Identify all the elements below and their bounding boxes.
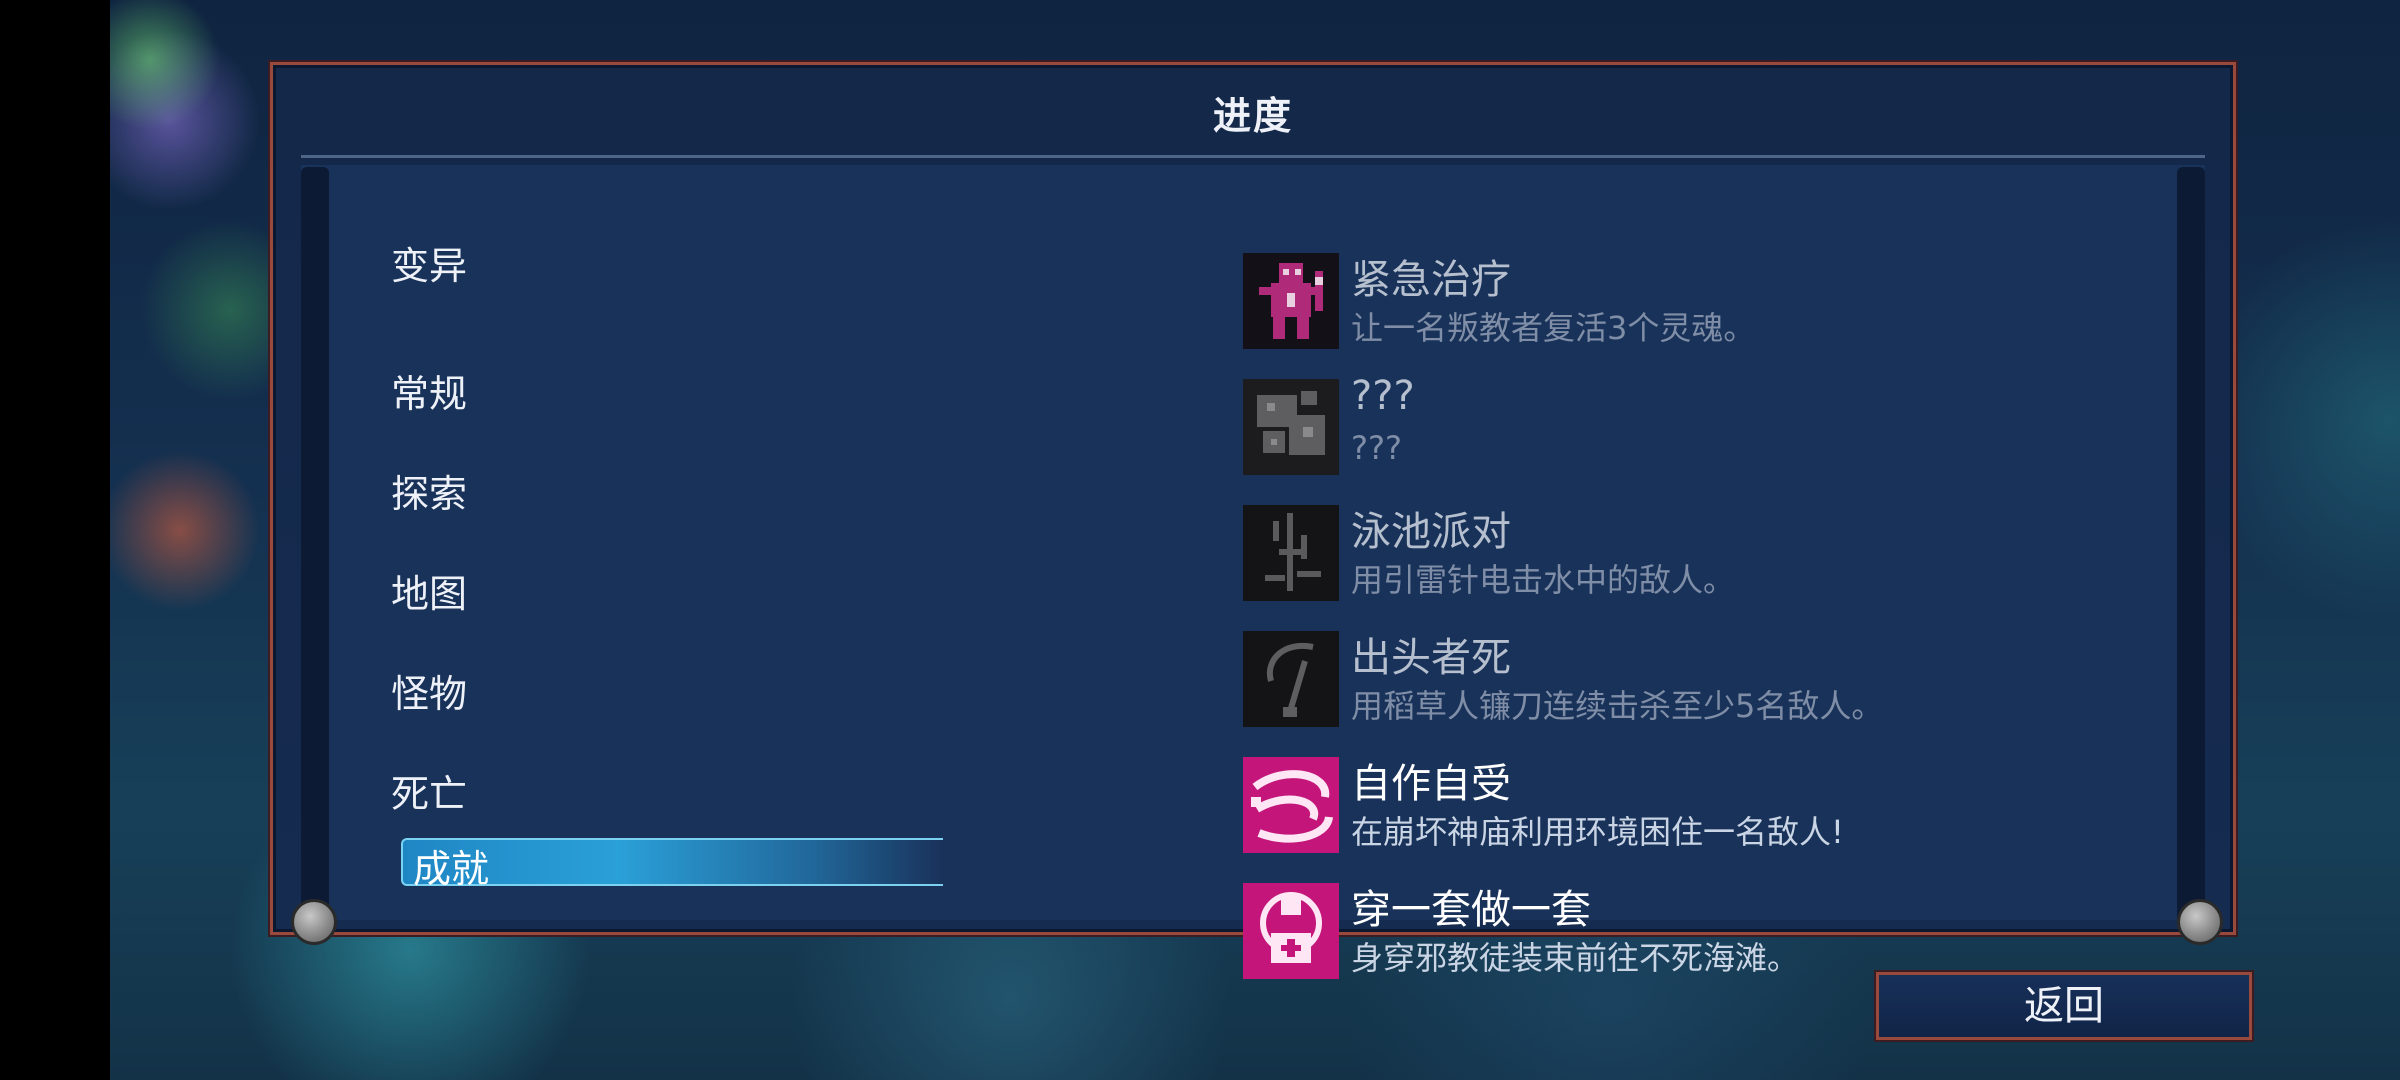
achievement-description: 身穿邪教徒装束前往不死海滩。 [1351,939,1800,977]
category-monsters[interactable]: 怪物 [391,663,467,718]
right-corner-knob [2177,899,2223,945]
trap-swirl-icon [1243,757,1339,853]
scythe-icon [1243,631,1339,727]
achievement-name: 泳池派对 [1351,509,1511,555]
achievement-row[interactable]: 泳池派对 用引雷针电击水中的敌人。 [1243,505,2293,605]
achievement-name: 穿一套做一套 [1351,887,1591,933]
achievement-row[interactable]: 穿一套做一套 身穿邪教徒装束前往不死海滩。 [1243,883,2293,983]
hidden-achievement-icon [1243,379,1339,475]
cultist-heal-icon [1243,253,1339,349]
lightning-rod-icon [1243,505,1339,601]
achievement-description: ??? [1351,429,1402,467]
achievement-row[interactable]: 紧急治疗 让一名叛教者复活3个灵魂。 [1243,253,2293,353]
achievement-name: 紧急治疗 [1351,257,1511,303]
category-achievements-selected[interactable]: 成就 [401,838,943,891]
achievement-description: 让一名叛教者复活3个灵魂。 [1351,309,1756,347]
left-corner-knob [291,899,337,945]
title-divider [301,155,2205,158]
achievement-name: 出头者死 [1351,635,1511,681]
category-deaths[interactable]: 死亡 [391,763,467,818]
category-achievements-label: 成就 [413,847,490,891]
progress-content-area: 变异 常规 探索 地图 怪物 死亡 成就 紧急治疗 让一名叛教者复活3个灵魂。 … [301,165,2205,979]
achievement-row[interactable]: 出头者死 用稻草人镰刀连续击杀至少5名敌人。 [1243,631,2293,731]
category-map[interactable]: 地图 [391,563,467,618]
achievement-row[interactable]: 自作自受 在崩坏神庙利用环境困住一名敌人! [1243,757,2293,857]
achievement-description: 在崩坏神庙利用环境困住一名敌人! [1351,813,1844,851]
panel-title: 进度 [1212,94,1293,138]
achievement-row[interactable]: ??? ??? [1243,373,2293,479]
category-exploration[interactable]: 探索 [391,463,467,518]
category-general[interactable]: 常规 [391,363,467,418]
achievement-description: 用引雷针电击水中的敌人。 [1351,561,1736,599]
screen-edge-bar [0,0,110,1080]
back-button[interactable]: 返回 [1874,970,2254,1042]
achievement-name: 自作自受 [1351,761,1511,807]
category-mutations[interactable]: 变异 [391,235,467,290]
progress-panel: 进度 变异 常规 探索 地图 怪物 死亡 成就 紧急治疗 让一名叛教者复活3个灵… [268,60,2238,979]
achievement-name: ??? [1351,373,1415,419]
game-screen: 进度 变异 常规 探索 地图 怪物 死亡 成就 紧急治疗 让一名叛教者复活3个灵… [0,0,2400,1080]
cultist-outfit-icon [1243,883,1339,979]
left-rail [301,167,329,920]
achievement-description: 用稻草人镰刀连续击杀至少5名敌人。 [1351,687,1884,725]
